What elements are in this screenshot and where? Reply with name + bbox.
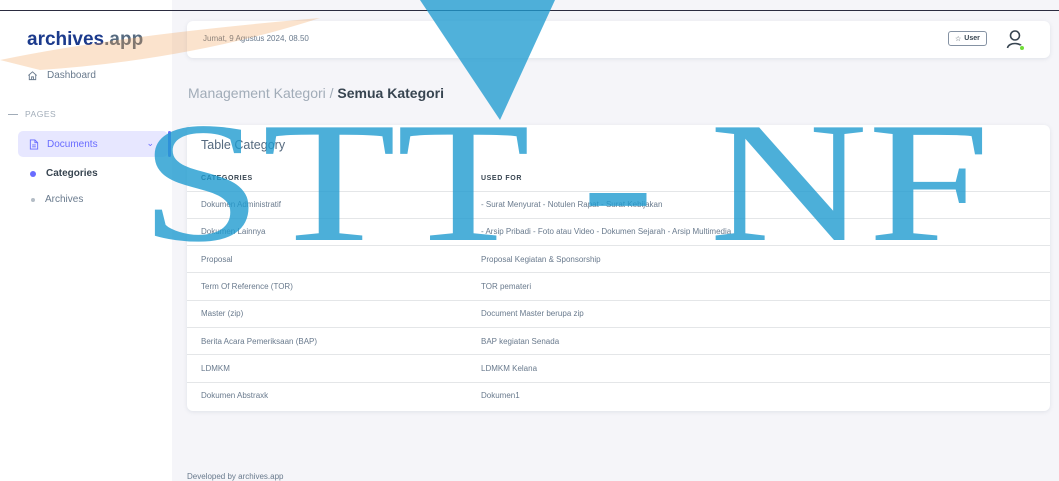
table-row[interactable]: Dokumen Abstraxk Dokumen1 xyxy=(187,382,1050,409)
used-for-cell: Proposal Kegiatan & Sponsorship xyxy=(466,245,1050,274)
watermark-blue-wedge xyxy=(420,0,555,120)
chevron-down-icon: ⌄ xyxy=(146,138,154,148)
table-header-row: CATEGORIES USED FOR xyxy=(187,166,1050,192)
category-cell: Proposal xyxy=(187,245,466,274)
sidebar-item-documents[interactable]: Documents ⌄ xyxy=(18,131,168,157)
category-cell: Berita Acara Pemeriksaan (BAP) xyxy=(187,327,466,356)
navbar: Jumat, 9 Agustus 2024, 08.50 ☆ User xyxy=(187,21,1050,58)
footer-credit: Developed by archives.app xyxy=(187,472,284,481)
bullet-icon xyxy=(30,170,36,177)
card-title: Table Category xyxy=(201,138,286,152)
used-for-cell: LDMKM Kelana xyxy=(466,354,1050,383)
date-time: Jumat, 9 Agustus 2024, 08.50 xyxy=(203,34,309,43)
home-icon xyxy=(28,71,37,81)
table-row[interactable]: Master (zip) Document Master berupa zip xyxy=(187,300,1050,328)
sidebar-item-label: Documents xyxy=(47,138,98,150)
category-cell: Master (zip) xyxy=(187,300,466,328)
section-header-pages: PAGES xyxy=(8,109,56,119)
table-row[interactable]: Dokumen Administratif - Surat Menyurat - … xyxy=(187,191,1050,219)
user-role-badge[interactable]: ☆ User xyxy=(948,31,987,46)
sidebar-item-label: Archives xyxy=(45,194,84,205)
category-cell: Dokumen Lainnya xyxy=(187,218,466,247)
online-status-dot xyxy=(1019,45,1025,51)
document-icon xyxy=(29,138,39,150)
table-row[interactable]: LDMKM LDMKM Kelana xyxy=(187,354,1050,383)
sidebar-item-archives[interactable]: Archives xyxy=(31,194,83,205)
category-cell: Term Of Reference (TOR) xyxy=(187,272,466,301)
user-role-label: User xyxy=(964,35,980,42)
column-header-used-for: USED FOR xyxy=(466,166,1050,192)
category-cell: Dokumen Administratif xyxy=(187,191,466,219)
used-for-cell: BAP kegiatan Senada xyxy=(466,327,1050,356)
sidebar: archives.app Dashboard PAGES Documents ⌄… xyxy=(0,0,172,481)
category-table-card: Table Category CATEGORIES USED FOR Dokum… xyxy=(187,125,1050,411)
breadcrumb-parent[interactable]: Management Kategori / xyxy=(188,85,334,101)
used-for-cell: Document Master berupa zip xyxy=(466,300,1050,328)
used-for-cell: - Arsip Pribadi - Foto atau Video - Doku… xyxy=(466,218,1050,247)
table-row[interactable]: Berita Acara Pemeriksaan (BAP) BAP kegiat… xyxy=(187,327,1050,356)
divider xyxy=(8,113,18,115)
sidebar-item-label: Dashboard xyxy=(47,70,96,81)
table-row[interactable]: Proposal Proposal Kegiatan & Sponsorship xyxy=(187,245,1050,274)
used-for-cell: TOR pemateri xyxy=(466,272,1050,301)
sidebar-item-dashboard[interactable]: Dashboard xyxy=(27,70,96,81)
bullet-icon xyxy=(31,197,35,202)
category-cell: LDMKM xyxy=(187,354,466,383)
breadcrumb-current: Semua Kategori xyxy=(337,85,445,101)
star-icon: ☆ xyxy=(955,35,962,43)
brand-logo[interactable]: archives.app xyxy=(27,29,143,51)
table-row[interactable]: Dokumen Lainnya - Arsip Pribadi - Foto at… xyxy=(187,218,1050,247)
active-indicator xyxy=(168,131,171,157)
used-for-cell: - Surat Menyurat - Notulen Rapat - Surat… xyxy=(466,191,1050,219)
top-divider xyxy=(0,10,1059,11)
category-table: CATEGORIES USED FOR Dokumen Administrati… xyxy=(187,166,1050,409)
avatar[interactable] xyxy=(1005,29,1025,51)
sidebar-item-label: Categories xyxy=(46,168,98,179)
category-cell: Dokumen Abstraxk xyxy=(201,391,269,401)
brand-name: archives xyxy=(27,29,105,50)
column-header-categories: CATEGORIES xyxy=(187,166,466,192)
brand-suffix: .app xyxy=(104,29,144,50)
breadcrumb: Management Kategori / Semua Kategori xyxy=(188,85,444,101)
sidebar-item-categories[interactable]: Categories xyxy=(30,168,98,179)
table-row[interactable]: Term Of Reference (TOR) TOR pemateri xyxy=(187,272,1050,301)
section-header-label: PAGES xyxy=(25,109,57,119)
used-for-cell: Dokumen1 xyxy=(481,391,520,401)
